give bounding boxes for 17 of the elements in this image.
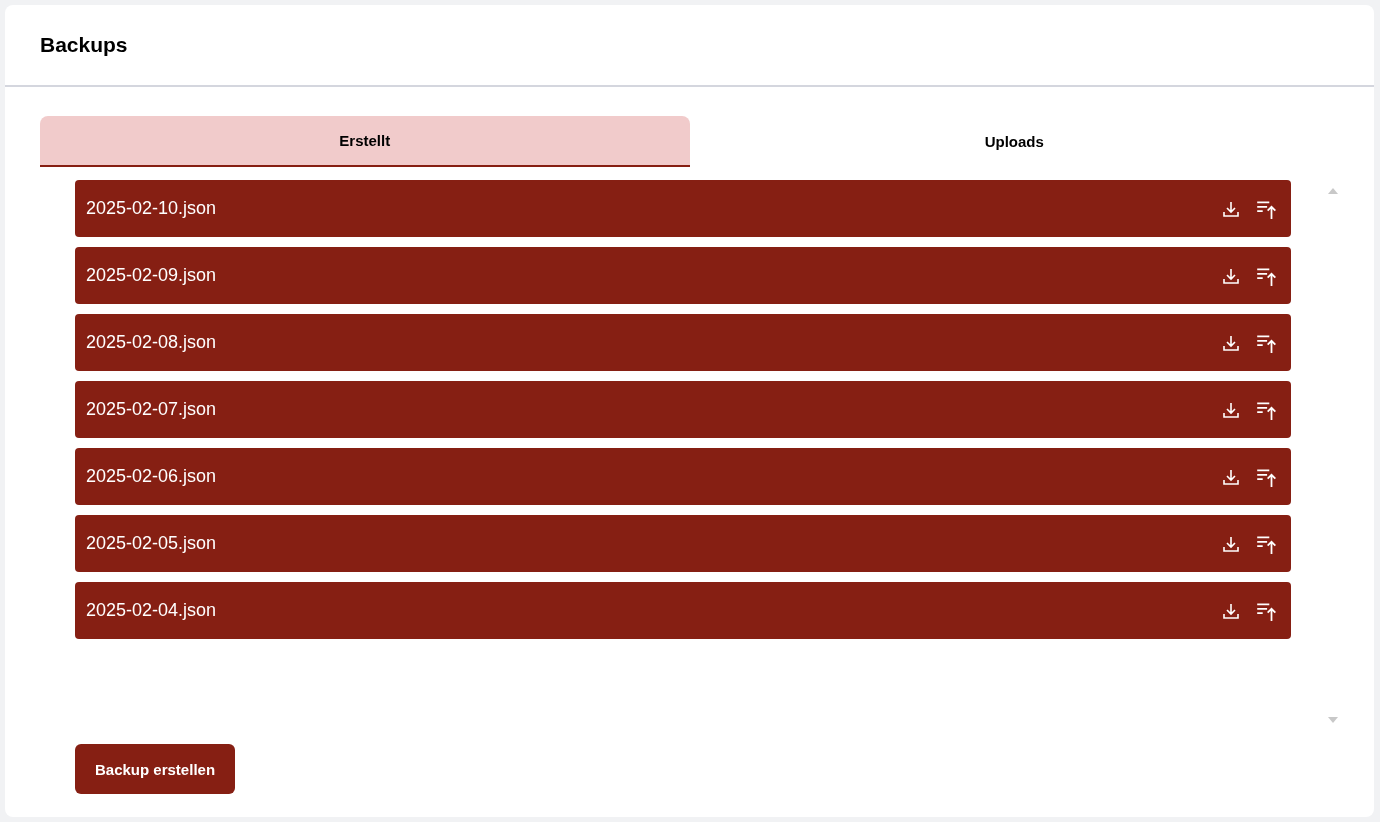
backup-row[interactable]: 2025-02-06.json xyxy=(75,448,1291,505)
backup-row[interactable]: 2025-02-05.json xyxy=(75,515,1291,572)
file-name: 2025-02-07.json xyxy=(86,399,217,420)
backup-row[interactable]: 2025-02-08.json xyxy=(75,314,1291,371)
file-name: 2025-02-09.json xyxy=(86,265,217,286)
file-name: 2025-02-05.json xyxy=(86,533,217,554)
backup-row[interactable]: 2025-02-04.json xyxy=(75,582,1291,639)
create-backup-button[interactable]: Backup erstellen xyxy=(75,744,236,794)
tab[interactable]: Erstellt xyxy=(40,116,690,167)
file-name: 2025-02-08.json xyxy=(86,332,217,353)
file-name: 2025-02-06.json xyxy=(86,466,217,487)
file-name: 2025-02-10.json xyxy=(86,198,217,219)
page-title: Backups xyxy=(40,33,128,57)
backup-row[interactable]: 2025-02-10.json xyxy=(75,180,1291,237)
file-name: 2025-02-04.json xyxy=(86,600,217,621)
backup-row[interactable]: 2025-02-09.json xyxy=(75,247,1291,304)
backup-row[interactable]: 2025-02-07.json xyxy=(75,381,1291,438)
